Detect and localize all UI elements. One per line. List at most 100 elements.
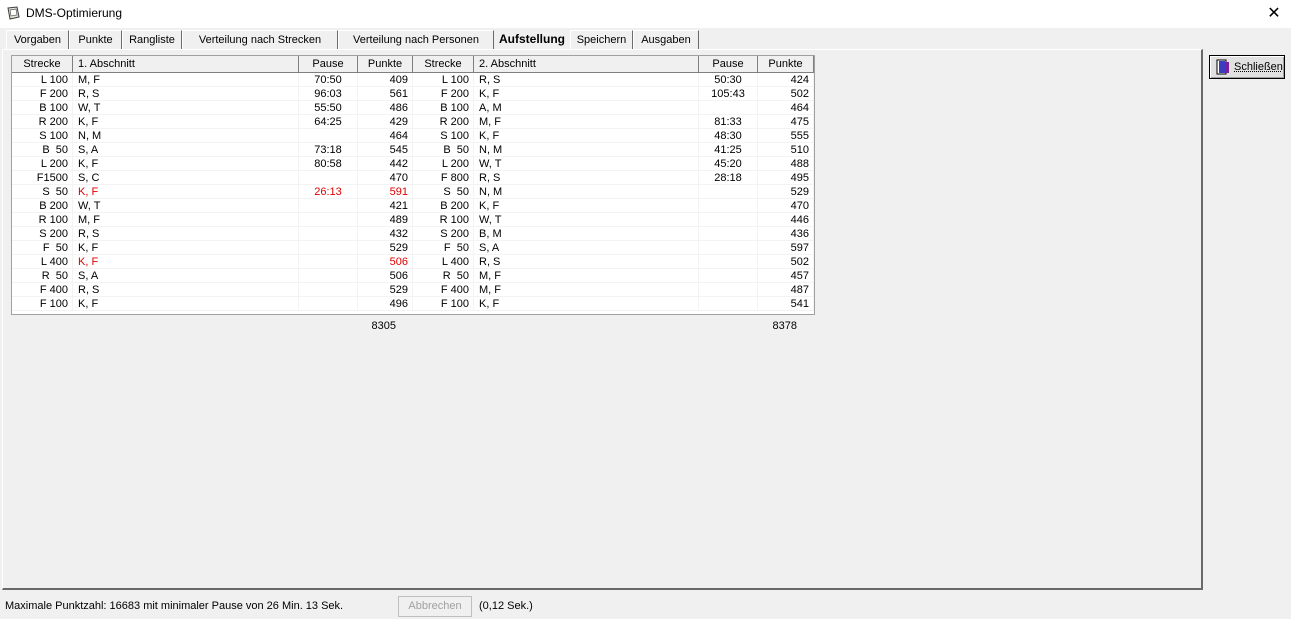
cell-strecke-1: B 50 bbox=[12, 143, 73, 157]
cell-abschnitt-1: R, S bbox=[73, 283, 299, 297]
cell-pause-1 bbox=[299, 129, 358, 143]
header-punkte-2[interactable]: Punkte bbox=[758, 56, 814, 73]
cell-pause-2 bbox=[699, 297, 758, 311]
cell-pause-2: 45:20 bbox=[699, 157, 758, 171]
cell-abschnitt-1: K, F bbox=[73, 185, 299, 199]
cell-strecke-1: L 200 bbox=[12, 157, 73, 171]
cell-punkte-1: 529 bbox=[358, 241, 413, 255]
cell-abschnitt-1: N, M bbox=[73, 129, 299, 143]
cell-punkte-1: 529 bbox=[358, 283, 413, 297]
cell-abschnitt-1: M, F bbox=[73, 73, 299, 87]
cell-pause-2: 41:25 bbox=[699, 143, 758, 157]
main-window: DMS-Optimierung ✕ Vorgaben Punkte Rangli… bbox=[0, 0, 1291, 619]
cell-punkte-2: 464 bbox=[758, 101, 814, 115]
cell-pause-1: 64:25 bbox=[299, 115, 358, 129]
cell-abschnitt-1: K, F bbox=[73, 115, 299, 129]
total-second-section: 8378 bbox=[772, 320, 797, 332]
tab-rangliste[interactable]: Rangliste bbox=[122, 30, 182, 49]
cell-strecke-2: F 400 bbox=[413, 283, 474, 297]
cell-punkte-2: 597 bbox=[758, 241, 814, 255]
cell-strecke-1: R 100 bbox=[12, 213, 73, 227]
cell-punkte-2: 457 bbox=[758, 269, 814, 283]
cell-punkte-1: 464 bbox=[358, 129, 413, 143]
app-icon bbox=[7, 6, 20, 20]
header-abschnitt-1[interactable]: 1. Abschnitt bbox=[73, 56, 299, 73]
cell-abschnitt-2: K, F bbox=[474, 199, 699, 213]
cell-punkte-1: 591 bbox=[358, 185, 413, 199]
cell-punkte-1: 506 bbox=[358, 269, 413, 283]
cell-pause-2 bbox=[699, 213, 758, 227]
cell-punkte-2: 446 bbox=[758, 213, 814, 227]
cell-punkte-2: 424 bbox=[758, 73, 814, 87]
cell-abschnitt-2: M, F bbox=[474, 115, 699, 129]
timing-text: (0,12 Sek.) bbox=[479, 600, 533, 612]
cell-strecke-2: F 50 bbox=[413, 241, 474, 255]
cell-strecke-2: F 200 bbox=[413, 87, 474, 101]
cell-pause-2: 50:30 bbox=[699, 73, 758, 87]
cell-punkte-1: 496 bbox=[358, 297, 413, 311]
cell-strecke-2: S 50 bbox=[413, 185, 474, 199]
cell-strecke-1: B 200 bbox=[12, 199, 73, 213]
tab-verteilung-strecken[interactable]: Verteilung nach Strecken bbox=[182, 30, 338, 49]
cell-pause-2: 48:30 bbox=[699, 129, 758, 143]
cell-punkte-1: 421 bbox=[358, 199, 413, 213]
tab-verteilung-personen[interactable]: Verteilung nach Personen bbox=[338, 30, 494, 49]
cell-strecke-2: F 800 bbox=[413, 171, 474, 185]
cell-abschnitt-1: K, F bbox=[73, 297, 299, 311]
cell-strecke-2: B 100 bbox=[413, 101, 474, 115]
cell-punkte-1: 429 bbox=[358, 115, 413, 129]
close-button[interactable]: Schließen bbox=[1209, 55, 1285, 79]
header-strecke-2[interactable]: Strecke bbox=[413, 56, 474, 73]
status-text: Maximale Punktzahl: 16683 mit minimaler … bbox=[5, 600, 344, 612]
cell-punkte-2: 475 bbox=[758, 115, 814, 129]
cell-strecke-1: F1500 bbox=[12, 171, 73, 185]
abort-button[interactable]: Abbrechen bbox=[398, 596, 472, 617]
cell-pause-2: 28:18 bbox=[699, 171, 758, 185]
header-abschnitt-2[interactable]: 2. Abschnitt bbox=[474, 56, 699, 73]
cell-pause-1 bbox=[299, 213, 358, 227]
cell-punkte-1: 506 bbox=[358, 255, 413, 269]
tab-ausgaben[interactable]: Ausgaben bbox=[633, 30, 699, 49]
cell-abschnitt-2: W, T bbox=[474, 213, 699, 227]
cell-punkte-2: 555 bbox=[758, 129, 814, 143]
cell-abschnitt-2: R, S bbox=[474, 171, 699, 185]
cell-pause-1 bbox=[299, 255, 358, 269]
cell-punkte-2: 487 bbox=[758, 283, 814, 297]
cell-pause-1 bbox=[299, 227, 358, 241]
header-strecke-1[interactable]: Strecke bbox=[12, 56, 73, 73]
cell-pause-2 bbox=[699, 199, 758, 213]
cell-punkte-2: 529 bbox=[758, 185, 814, 199]
tab-punkte[interactable]: Punkte bbox=[69, 30, 122, 49]
cell-abschnitt-1: K, F bbox=[73, 255, 299, 269]
header-pause-2[interactable]: Pause bbox=[699, 56, 758, 73]
cell-abschnitt-2: N, M bbox=[474, 143, 699, 157]
cell-abschnitt-2: K, F bbox=[474, 297, 699, 311]
cell-pause-2 bbox=[699, 283, 758, 297]
cell-pause-1 bbox=[299, 171, 358, 185]
cell-strecke-2: B 50 bbox=[413, 143, 474, 157]
tab-aufstellung[interactable]: Aufstellung bbox=[494, 29, 570, 50]
cell-abschnitt-2: S, A bbox=[474, 241, 699, 255]
close-icon[interactable]: ✕ bbox=[1257, 0, 1291, 28]
cell-abschnitt-1: W, T bbox=[73, 199, 299, 213]
cell-punkte-1: 409 bbox=[358, 73, 413, 87]
tab-vorgaben[interactable]: Vorgaben bbox=[6, 30, 69, 49]
cell-punkte-2: 510 bbox=[758, 143, 814, 157]
cell-abschnitt-2: W, T bbox=[474, 157, 699, 171]
close-button-label: Schließen bbox=[1234, 61, 1283, 73]
cell-pause-1: 73:18 bbox=[299, 143, 358, 157]
cell-punkte-1: 545 bbox=[358, 143, 413, 157]
tab-speichern[interactable]: Speichern bbox=[570, 30, 633, 49]
cell-strecke-2: F 100 bbox=[413, 297, 474, 311]
header-pause-1[interactable]: Pause bbox=[299, 56, 358, 73]
cell-pause-2 bbox=[699, 255, 758, 269]
header-punkte-1[interactable]: Punkte bbox=[358, 56, 413, 73]
cell-punkte-2: 488 bbox=[758, 157, 814, 171]
cell-abschnitt-2: R, S bbox=[474, 73, 699, 87]
lineup-grid[interactable]: Strecke 1. Abschnitt Pause Punkte Streck… bbox=[11, 55, 815, 315]
cell-strecke-1: L 400 bbox=[12, 255, 73, 269]
cell-punkte-2: 541 bbox=[758, 297, 814, 311]
cell-strecke-1: F 100 bbox=[12, 297, 73, 311]
cell-punkte-1: 470 bbox=[358, 171, 413, 185]
cell-abschnitt-1: S, A bbox=[73, 143, 299, 157]
